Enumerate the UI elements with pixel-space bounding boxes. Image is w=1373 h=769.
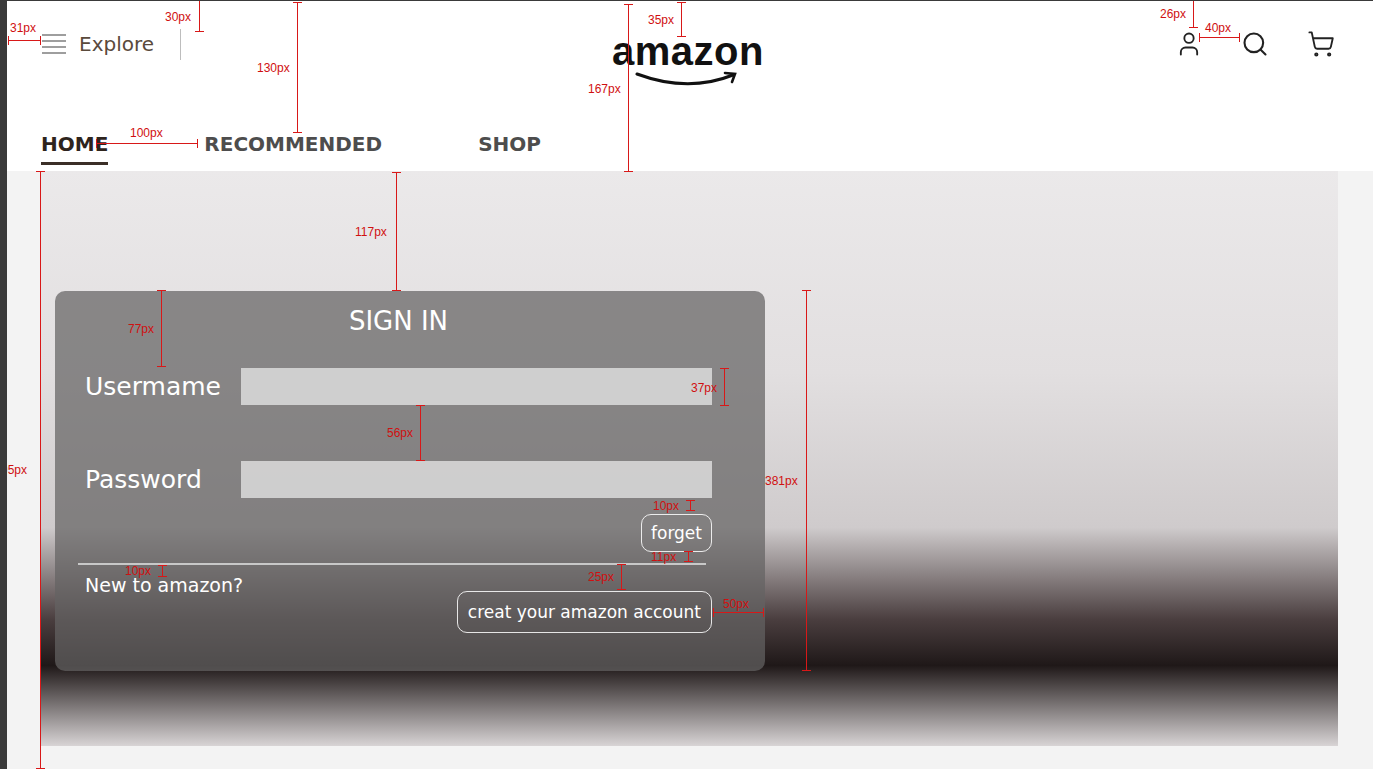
explore-label[interactable]: Explore xyxy=(79,27,154,61)
field-row: Usermame xyxy=(85,368,712,405)
dimension-label: 167px xyxy=(588,82,621,96)
dimension-line xyxy=(199,0,200,32)
dimension-line xyxy=(724,368,725,406)
main: SIGN INUsermamePasswordforgetNew to amaz… xyxy=(7,171,1373,769)
dimension-label: 31px xyxy=(10,21,36,35)
divider xyxy=(78,563,706,565)
dimension-line xyxy=(628,4,629,172)
dimension-line xyxy=(8,40,41,41)
field-label: Password xyxy=(85,465,241,495)
forget-button[interactable]: forget xyxy=(641,514,712,552)
dimension-line xyxy=(1193,0,1194,28)
dimension-line xyxy=(806,290,807,671)
header-icons xyxy=(764,27,1335,61)
dimension-label: 10px xyxy=(653,499,679,513)
dimension-line xyxy=(681,2,682,37)
dimension-label: 130px xyxy=(257,61,290,75)
cart-icon[interactable] xyxy=(1307,30,1335,58)
dimension-line xyxy=(713,612,764,613)
hero-image: SIGN INUsermamePasswordforgetNew to amaz… xyxy=(41,171,1338,746)
dimension-line xyxy=(396,172,397,291)
dimension-line xyxy=(420,405,421,461)
nav-bar: HOME RECOMMENDED SHOP xyxy=(7,101,1373,171)
dimension-line xyxy=(161,290,162,367)
dimension-label: 40px xyxy=(1205,21,1231,35)
field-row: Password xyxy=(85,461,712,498)
dimension-line xyxy=(1199,37,1240,38)
nav-item[interactable]: HOME xyxy=(41,101,108,165)
logo-text[interactable]: amazon xyxy=(612,31,764,71)
dimension-label: 11px xyxy=(651,550,676,564)
dimension-label: 381px xyxy=(765,474,798,488)
logo-smile-icon xyxy=(633,71,743,87)
separator xyxy=(180,29,181,60)
dimension-label: 37px xyxy=(691,381,717,395)
dimension-label: 100px xyxy=(130,126,163,140)
dimension-line xyxy=(621,564,622,590)
dimension-label: 26px xyxy=(1160,7,1186,21)
dimension-label: 56px xyxy=(387,426,413,440)
nav-item[interactable]: RECOMMENDED xyxy=(204,101,382,165)
explore-menu[interactable]: Explore xyxy=(41,27,612,61)
dimension-line xyxy=(688,551,689,562)
logo[interactable]: amazon xyxy=(612,31,764,87)
field-input[interactable] xyxy=(241,461,712,498)
dimension-label: 50px xyxy=(723,597,749,611)
dimension-label: 10px xyxy=(125,564,151,578)
dimension-label: 117px xyxy=(355,225,387,239)
menu-icon[interactable] xyxy=(41,33,67,55)
dimension-label: 77px xyxy=(128,322,154,336)
page: Explore amazon HOME RECOMMENDED SHOP SIGN IN U… xyxy=(0,0,1373,769)
dimension-label: 35px xyxy=(648,13,674,27)
dimension-label: 30px xyxy=(165,10,191,24)
signin-title: SIGN IN xyxy=(85,305,712,337)
search-icon[interactable] xyxy=(1241,30,1269,58)
nav-item[interactable]: SHOP xyxy=(478,101,541,165)
dimension-line xyxy=(96,143,198,144)
dimension-line xyxy=(297,2,298,133)
create-account-button[interactable]: creat your amazon account xyxy=(457,591,712,633)
dimension-line xyxy=(162,565,163,577)
dimension-label: 25px xyxy=(588,570,614,584)
field-input[interactable] xyxy=(241,368,712,405)
dimension-line xyxy=(690,500,691,511)
field-label: Usermame xyxy=(85,372,241,402)
dimension-label: 95px xyxy=(1,463,27,477)
dimension-line xyxy=(40,171,41,769)
